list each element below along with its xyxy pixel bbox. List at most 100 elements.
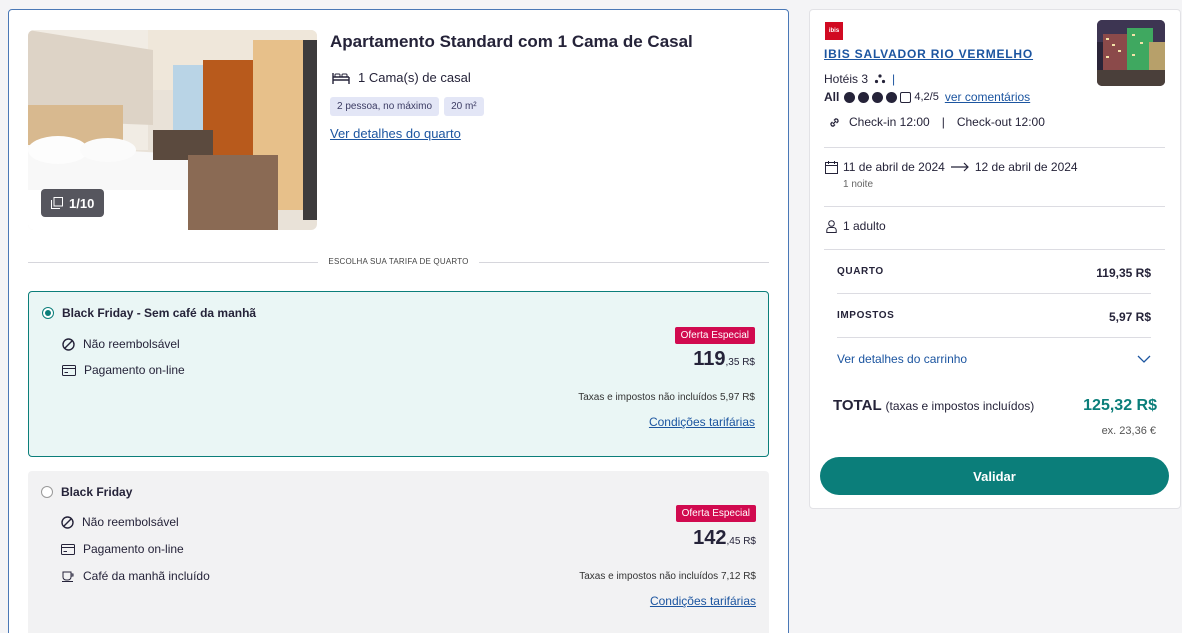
bed-info: 1 Cama(s) de casal (332, 70, 471, 85)
summary-divider (837, 337, 1151, 338)
gallery-icon (51, 197, 63, 209)
arrow-right-icon (950, 162, 969, 172)
summary-divider (824, 147, 1165, 148)
rate-feature-label: Não reembolsável (83, 337, 180, 351)
rate-section-label: ESCOLHA SUA TARIFA DE QUARTO (9, 257, 788, 266)
room-chips: 2 pessoa, no máximo 20 m² (330, 97, 484, 116)
summary-divider (837, 293, 1151, 294)
bed-icon (332, 72, 350, 84)
room-title: Apartamento Standard com 1 Cama de Casal (330, 32, 693, 51)
category-separator: | (892, 72, 896, 86)
hotel-thumbnail[interactable] (1097, 20, 1165, 86)
room-details-link[interactable]: Ver detalhes do quarto (330, 126, 461, 141)
checkout-time: Check-out 12:00 (956, 115, 1045, 129)
rate-taxes: Taxas e impostos não incluídos 5,97 R$ (578, 392, 755, 403)
line-label: QUARTO (837, 266, 884, 277)
rating-dot-full (844, 91, 856, 103)
cart-details-toggle[interactable]: Ver detalhes do carrinho (837, 352, 1151, 366)
room-photo[interactable]: 1/10 (28, 30, 317, 230)
rate-name: Black Friday (61, 485, 133, 499)
rate-name: Black Friday - Sem café da manhã (62, 306, 257, 320)
rate-feature-label: Pagamento on-line (84, 363, 185, 377)
category-label: Hotéis 3 (824, 72, 869, 86)
summary-divider (824, 249, 1165, 250)
rate-feature: Não reembolsável (62, 337, 180, 351)
photo-counter-text: 1/10 (69, 195, 95, 211)
total-note: (taxas e impostos incluídos) (885, 399, 1035, 413)
date-from: 11 de abril de 2024 (843, 160, 945, 174)
rating-score: 4,2/5 (914, 91, 939, 103)
hotel-name-link[interactable]: IBIS SALVADOR RIO VERMELHO (824, 47, 1033, 61)
rate-conditions-link[interactable]: Condições tarifárias (650, 594, 756, 608)
rate-price: 119,35 R$ (693, 348, 755, 371)
booking-summary: ibis IBIS SALVADOR RIO VERMELHO Hotéis 3… (809, 9, 1181, 509)
rate-section-text: ESCOLHA SUA TARIFA DE QUARTO (318, 257, 479, 266)
bed-label: 1 Cama(s) de casal (358, 70, 471, 85)
stars-icon (874, 74, 886, 84)
no-refund-icon (62, 337, 75, 351)
date-to: 12 de abril de 2024 (974, 160, 1078, 174)
rate-price: 142,45 R$ (693, 527, 756, 550)
rate-conditions-link[interactable]: Condições tarifárias (649, 415, 755, 429)
rate-feature: Pagamento on-line (62, 363, 185, 377)
hotel-category: Hotéis 3 | (824, 72, 895, 86)
rate-radio-1[interactable] (42, 307, 54, 319)
credit-card-icon (61, 543, 75, 555)
stay-dates: 11 de abril de 2024 12 de abril de 2024 (825, 160, 1078, 174)
rate-option-2[interactable]: Black Friday Não reembolsável Pagamento … (28, 471, 769, 633)
nights-count: 1 noite (843, 179, 874, 190)
price-main: 119 (693, 348, 726, 370)
rating-brand: All (824, 90, 840, 104)
hotel-rating: All 4,2/5 ver comentários (824, 90, 1030, 104)
validate-button[interactable]: Validar (820, 457, 1169, 495)
photo-counter[interactable]: 1/10 (41, 189, 105, 217)
guests-label: 1 adulto (843, 219, 886, 233)
total-value: 125,32 R$ (1083, 397, 1157, 414)
rating-dot-full (886, 91, 898, 103)
rate-feature: Não reembolsável (61, 515, 179, 529)
line-value: 119,35 R$ (1096, 266, 1151, 280)
price-cents: ,45 R$ (726, 536, 756, 547)
line-value: 5,97 R$ (1108, 310, 1151, 324)
price-cents: ,35 R$ (725, 357, 755, 368)
total-label-group: TOTAL (taxas e impostos incluídos) (833, 397, 1034, 414)
special-offer-badge: Oferta Especial (675, 505, 756, 522)
line-label: IMPOSTOS (837, 310, 895, 321)
chip-capacity: 2 pessoa, no máximo (330, 97, 440, 116)
total-label: TOTAL (833, 397, 882, 414)
checkin-time: Check-in 12:00 (849, 115, 930, 129)
total-row: TOTAL (taxas e impostos incluídos) 125,3… (833, 397, 1157, 415)
line-room: QUARTO 119,35 R$ (837, 266, 1151, 280)
rating-dot-empty (900, 91, 912, 103)
person-icon (826, 219, 837, 233)
coffee-icon (62, 571, 74, 582)
price-main: 142 (693, 527, 727, 549)
rate-feature: Café da manhã incluído (61, 569, 210, 583)
hotel-image (1097, 20, 1165, 86)
reviews-link[interactable]: ver comentários (945, 90, 1030, 104)
rate-radio-2[interactable] (41, 486, 53, 498)
rate-taxes: Taxas e impostos não incluídos 7,12 R$ (579, 571, 756, 582)
credit-card-icon (62, 364, 76, 376)
rating-dot-full (858, 91, 870, 103)
summary-divider (824, 206, 1165, 207)
rate-feature: Pagamento on-line (61, 542, 184, 556)
rate-feature-label: Não reembolsável (82, 515, 179, 529)
brand-logo: ibis (825, 22, 843, 40)
cart-details-label: Ver detalhes do carrinho (837, 352, 968, 366)
no-refund-icon (61, 515, 74, 529)
special-offer-badge: Oferta Especial (674, 327, 755, 344)
checkin-info: Check-in 12:00 | Check-out 12:00 (828, 115, 1045, 129)
rate-feature-label: Pagamento on-line (83, 542, 184, 556)
guests-info: 1 adulto (826, 219, 886, 233)
chevron-down-icon (1137, 355, 1151, 363)
link-icon (830, 117, 839, 127)
chip-size: 20 m² (444, 97, 484, 116)
room-card: 1/10 Apartamento Standard com 1 Cama de … (8, 9, 789, 633)
line-taxes: IMPOSTOS 5,97 R$ (837, 310, 1151, 324)
checkin-separator: | (941, 115, 945, 129)
total-excl-tax: ex. 23,36 € (1101, 425, 1156, 437)
rate-option-1[interactable]: Black Friday - Sem café da manhã Não ree… (28, 291, 769, 457)
rate-feature-label: Café da manhã incluído (83, 569, 210, 583)
rating-dot-full (872, 91, 884, 103)
